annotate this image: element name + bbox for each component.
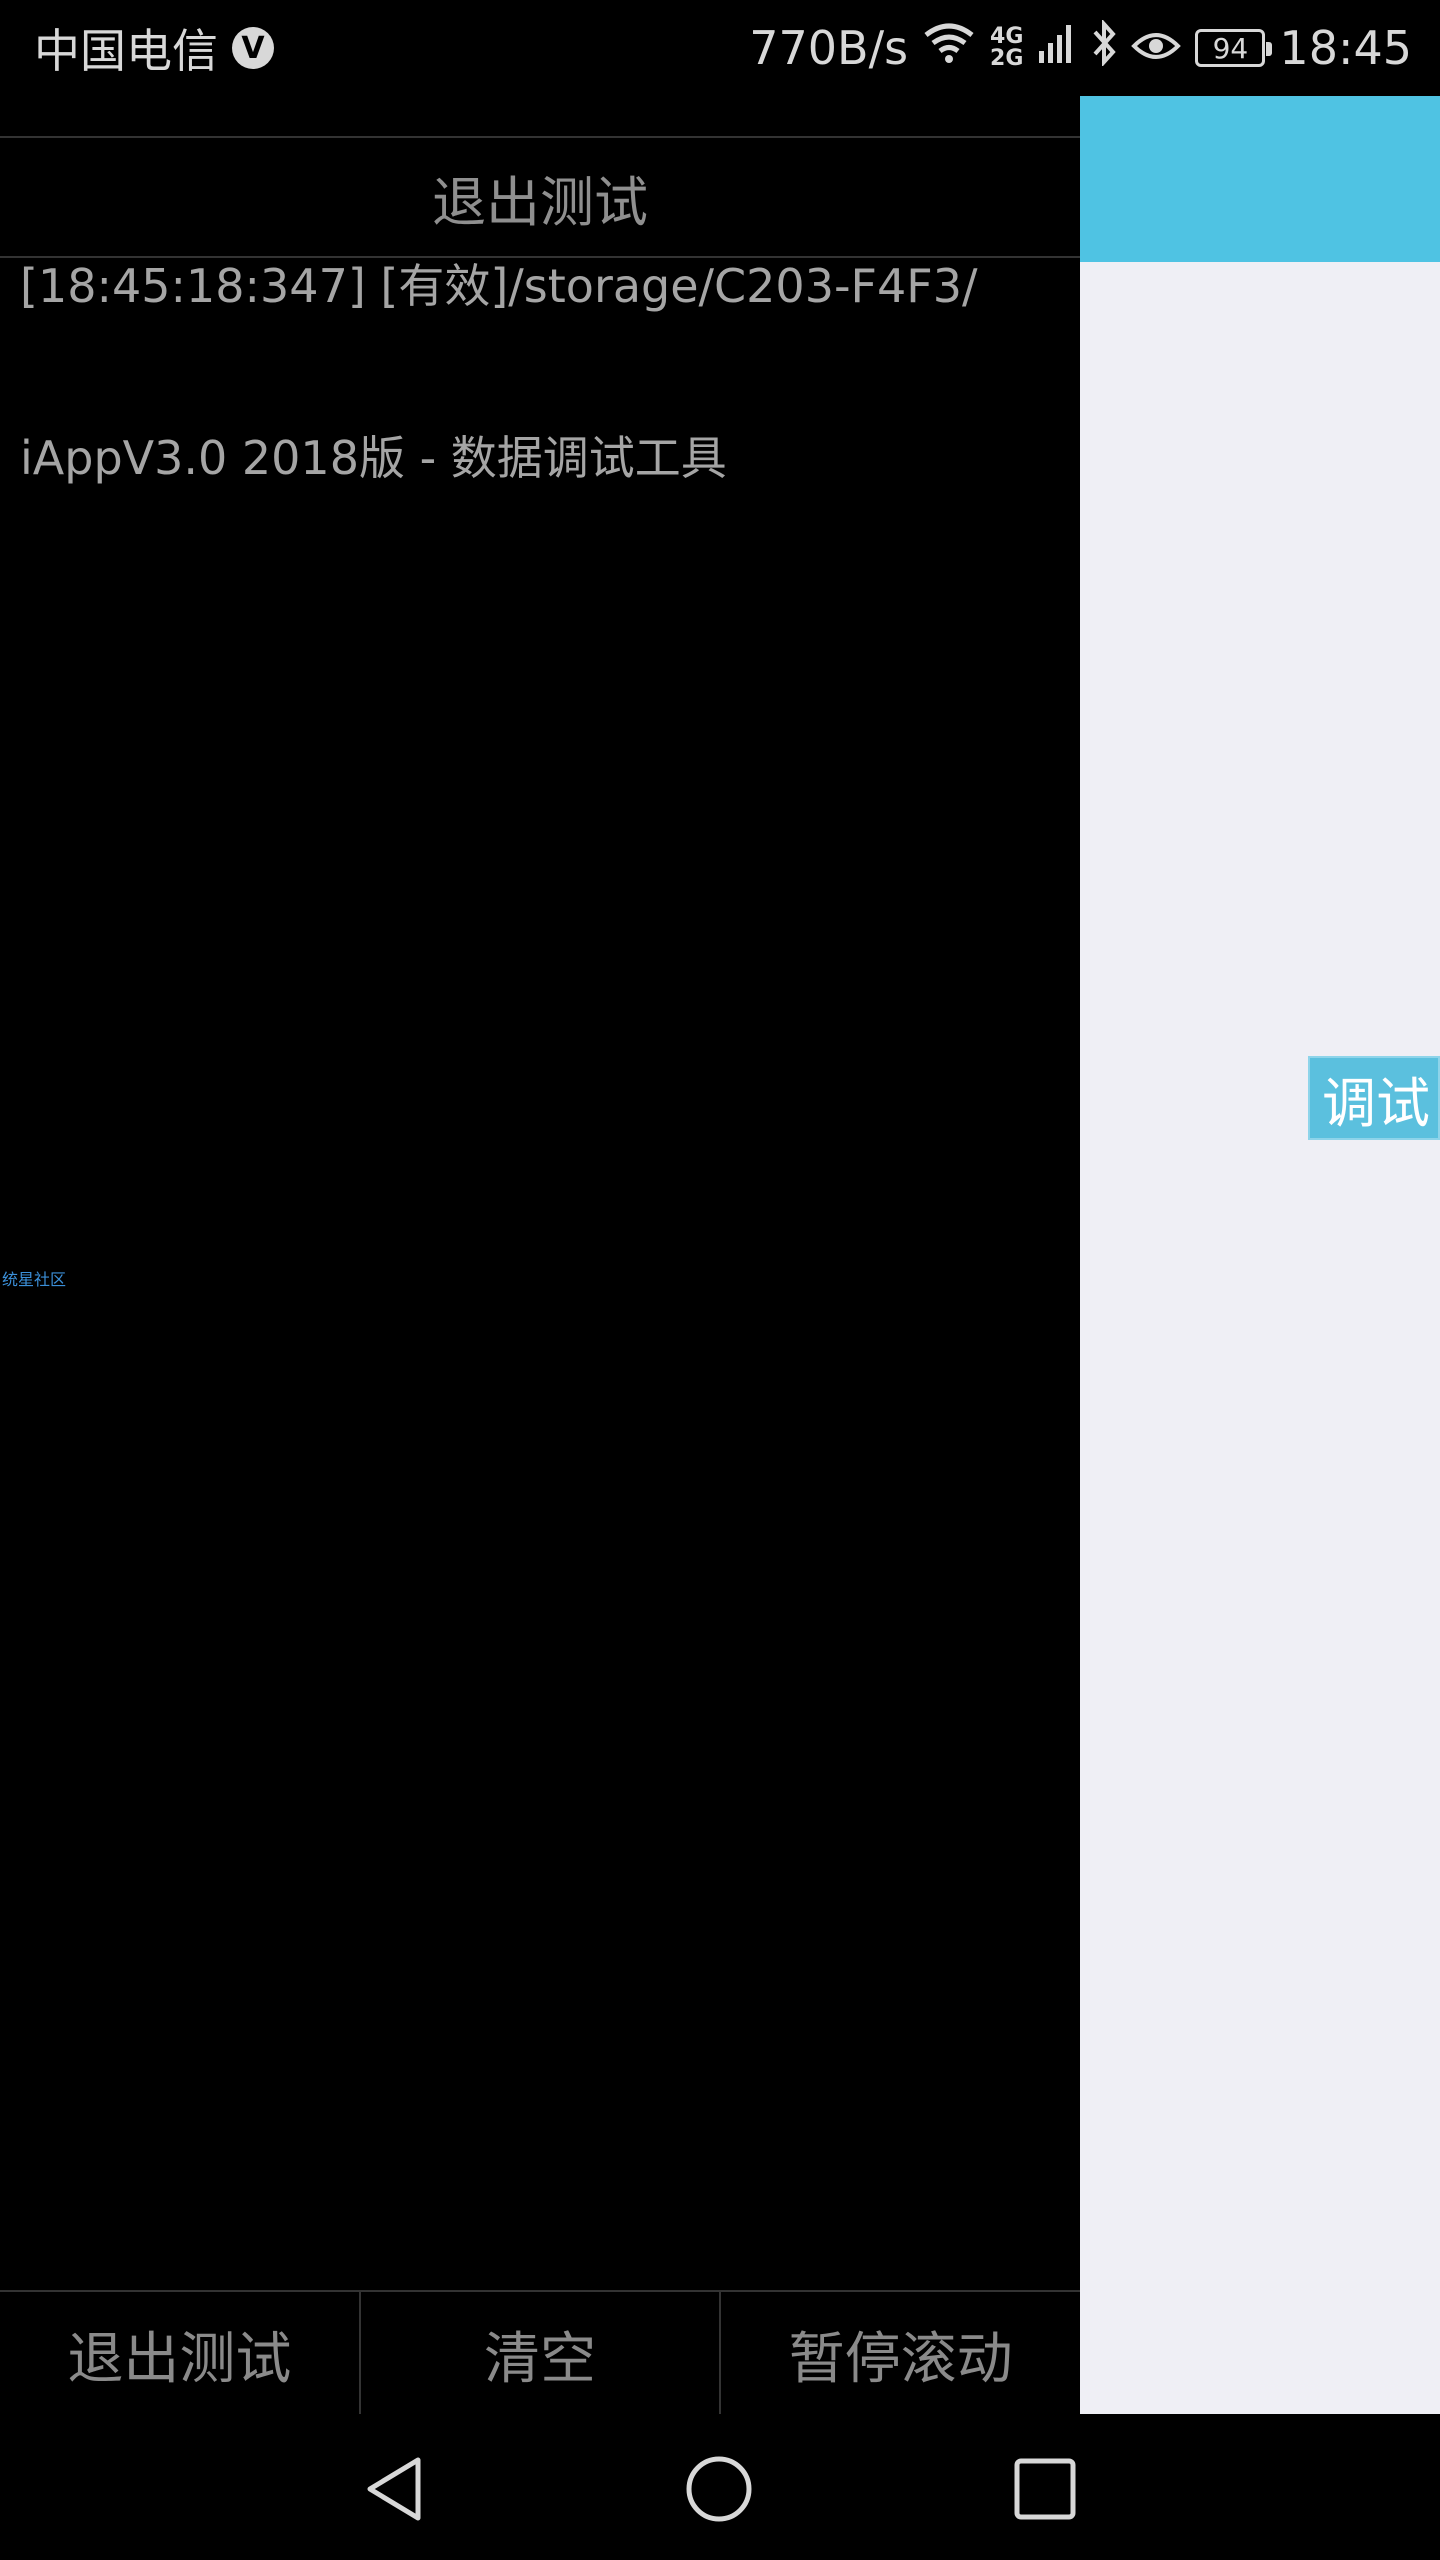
watermark-label: 统星社区 <box>2 1270 67 1289</box>
debug-console: 退出测试 [18:45:18:347] [有效]/storage/C203-F4… <box>0 96 1080 2416</box>
battery-icon: 94 <box>1195 29 1273 67</box>
network-type-bottom: 2G <box>990 46 1024 71</box>
exit-test-button[interactable]: 退出测试 <box>0 2292 361 2416</box>
debug-toggle-button[interactable]: 调试 <box>1308 1056 1440 1140</box>
wifi-icon <box>922 21 976 76</box>
status-bar: 中国电信 V 770B/s 4G 2G 94 18:45 <box>0 0 1440 96</box>
clear-button[interactable]: 清空 <box>361 2292 722 2416</box>
volte-badge-icon: V <box>232 27 274 69</box>
network-type-top: 4G <box>990 24 1024 49</box>
pause-scroll-button[interactable]: 暂停滚动 <box>721 2292 1080 2416</box>
bluetooth-icon <box>1091 18 1117 77</box>
clock: 18:45 <box>1279 21 1412 75</box>
network-rate: 770B/s <box>749 21 909 75</box>
exit-test-top-button[interactable]: 退出测试 <box>0 136 1080 258</box>
home-icon[interactable] <box>684 2454 754 2524</box>
log-line: [18:45:18:347] [有效]/storage/C203-F4F3/ <box>20 259 978 313</box>
navigation-bar <box>0 2414 1440 2560</box>
status-right: 770B/s 4G 2G 94 18:45 <box>749 18 1412 78</box>
carrier-name: 中国电信 <box>34 24 218 78</box>
status-left: 中国电信 V <box>34 18 274 78</box>
app-panel <box>1080 96 1440 2414</box>
recents-icon[interactable] <box>1010 2454 1080 2524</box>
network-type-label: 4G 2G <box>990 26 1023 70</box>
app-header <box>1080 96 1440 262</box>
log-line: iAppV3.0 2018版 - 数据调试工具 <box>20 431 727 485</box>
eye-icon <box>1131 21 1182 75</box>
console-bottom-bar: 退出测试 清空 暂停滚动 <box>0 2290 1080 2416</box>
signal-icon <box>1037 21 1077 76</box>
back-icon[interactable] <box>360 2454 430 2524</box>
